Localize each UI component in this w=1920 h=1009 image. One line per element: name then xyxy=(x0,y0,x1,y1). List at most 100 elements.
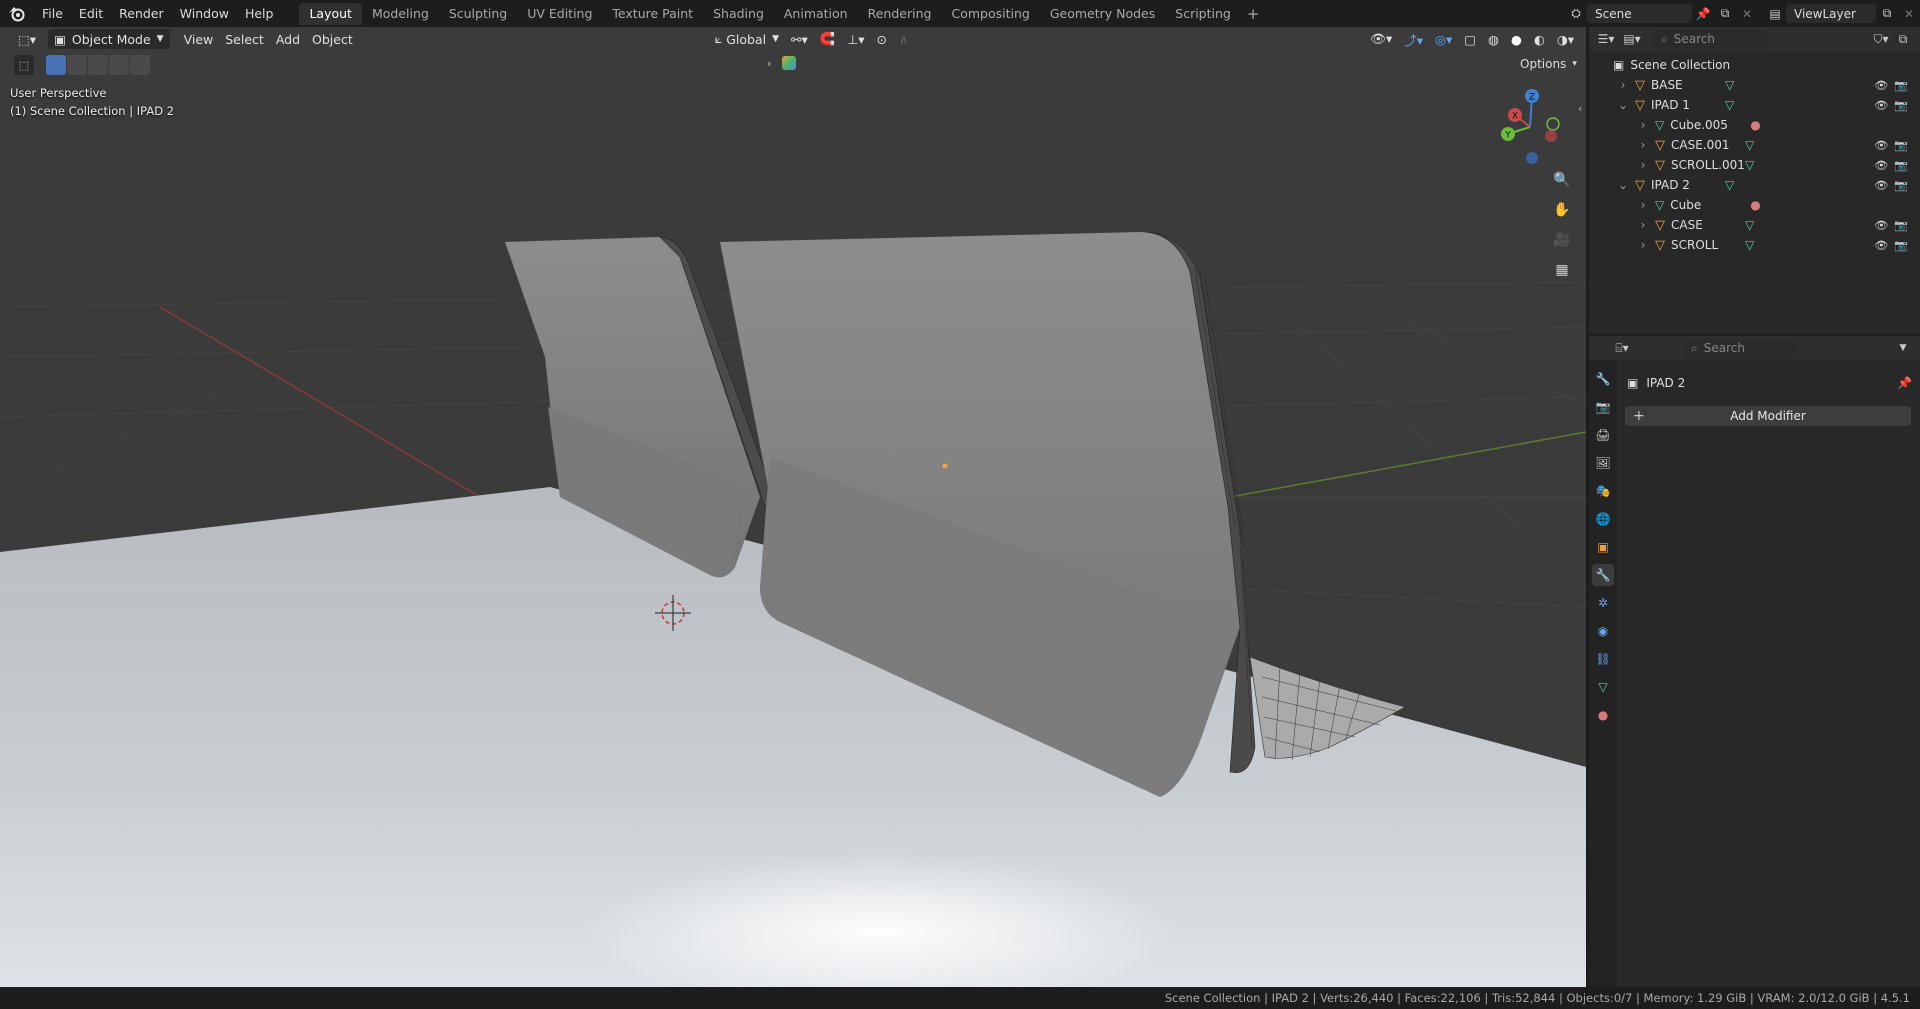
tab-shading[interactable]: Shading xyxy=(703,3,774,25)
view-layer-icon[interactable]: 🖼 xyxy=(1592,452,1614,474)
ortho-grid-icon[interactable]: ▦ xyxy=(1549,257,1575,283)
output-icon[interactable]: 🖨 xyxy=(1592,424,1614,446)
outliner-row[interactable]: › ▽ SCROLL ▽ 👁 📷 xyxy=(1589,235,1920,255)
tab-scripting[interactable]: Scripting xyxy=(1165,3,1241,25)
tab-animation[interactable]: Animation xyxy=(774,3,858,25)
select-box-tool-icon[interactable]: ⬚ xyxy=(14,55,34,75)
camera-icon[interactable]: 📷 xyxy=(1894,179,1908,192)
eye-icon[interactable]: 👁 xyxy=(1874,179,1888,192)
chevron-right-icon[interactable]: › xyxy=(1637,138,1649,152)
new-collection-icon[interactable]: ⧉ xyxy=(1892,29,1914,49)
add-workspace-icon[interactable]: + xyxy=(1241,3,1266,25)
modifier-icon[interactable]: 🔧 xyxy=(1592,564,1614,586)
sidebar-toggle-icon[interactable]: ‹ xyxy=(1578,102,1582,115)
outliner-row[interactable]: › ▽ Cube.005 ● xyxy=(1589,115,1920,135)
wireframe-shading-icon[interactable]: ◍ xyxy=(1482,29,1505,49)
filter-icon[interactable]: ⛉▾ xyxy=(1870,29,1892,49)
properties-editor-type-icon[interactable]: ⌸▾ xyxy=(1611,338,1633,358)
navigation-gizmo[interactable]: Z Y X xyxy=(1490,87,1570,167)
select-invert-icon[interactable] xyxy=(109,55,129,75)
outliner-row[interactable]: › ▽ Cube ● xyxy=(1589,195,1920,215)
transform-orientation[interactable]: ⟀ Global ▼ xyxy=(709,29,785,49)
snap-icon[interactable]: 🧲 xyxy=(814,29,842,49)
menu-object[interactable]: Object xyxy=(306,29,359,49)
outliner-editor-type-icon[interactable]: ☰▾ xyxy=(1595,29,1617,49)
eye-icon[interactable]: 👁 xyxy=(1874,219,1888,232)
render-icon[interactable]: 📷 xyxy=(1592,396,1614,418)
rendered-shading-icon[interactable]: ◑▾ xyxy=(1551,29,1580,49)
constraints-icon[interactable]: ⛓ xyxy=(1592,648,1614,670)
blender-logo-icon[interactable] xyxy=(0,0,34,27)
outliner-search-input[interactable]: ⌕ Search xyxy=(1653,29,1768,49)
tab-geometry-nodes[interactable]: Geometry Nodes xyxy=(1040,3,1165,25)
chevron-right-icon[interactable]: › xyxy=(1637,218,1649,232)
chevron-down-icon[interactable]: ▼ xyxy=(1892,338,1914,358)
tab-rendering[interactable]: Rendering xyxy=(858,3,942,25)
falloff-icon[interactable]: ∧ xyxy=(893,29,914,49)
outliner-row[interactable]: › ▽ CASE.001 ▽ 👁 📷 xyxy=(1589,135,1920,155)
menu-render[interactable]: Render xyxy=(111,0,172,27)
mesh-data-icon[interactable]: ▽ xyxy=(1725,178,1734,192)
tab-modeling[interactable]: Modeling xyxy=(362,3,439,25)
mesh-data-icon[interactable]: ▽ xyxy=(1745,218,1754,232)
scene-icon[interactable]: 🎭 xyxy=(1592,480,1614,502)
physics-icon[interactable]: ◉ xyxy=(1592,620,1614,642)
menu-file[interactable]: File xyxy=(34,0,71,27)
mesh-data-icon[interactable]: ▽ xyxy=(1745,238,1754,252)
data-icon[interactable]: ▽ xyxy=(1592,676,1614,698)
expand-arrow-icon[interactable]: › xyxy=(767,57,771,70)
select-new-icon[interactable] xyxy=(46,55,66,75)
scene-selector[interactable]: Scene xyxy=(1587,4,1692,23)
menu-select[interactable]: Select xyxy=(219,29,270,49)
3d-viewport[interactable]: ⬚▾ ▣ Object Mode ▼ View Select Add Objec… xyxy=(0,27,1586,987)
scene-icon[interactable]: ⛭ xyxy=(1565,4,1587,24)
outliner-row[interactable]: › ▽ CASE ▽ 👁 📷 xyxy=(1589,215,1920,235)
scene-collection-row[interactable]: ▣ Scene Collection xyxy=(1589,55,1920,75)
mesh-data-icon[interactable]: ▽ xyxy=(1725,78,1734,92)
menu-edit[interactable]: Edit xyxy=(71,0,111,27)
visibility-icon[interactable]: 👁▾ xyxy=(1364,29,1398,49)
proportional-edit-icon[interactable]: ⊙ xyxy=(871,29,893,49)
select-extend-icon[interactable] xyxy=(67,55,87,75)
chevron-right-icon[interactable]: › xyxy=(1637,198,1649,212)
eye-icon[interactable]: 👁 xyxy=(1874,139,1888,152)
camera-view-icon[interactable]: 🎥 xyxy=(1549,227,1575,253)
tab-layout[interactable]: Layout xyxy=(299,2,362,25)
menu-window[interactable]: Window xyxy=(172,0,237,27)
mesh-data-icon[interactable]: ▽ xyxy=(1745,138,1754,152)
mesh-data-icon[interactable]: ▽ xyxy=(1745,158,1754,172)
chevron-right-icon[interactable]: › xyxy=(1617,78,1629,92)
pan-hand-icon[interactable]: ✋ xyxy=(1549,197,1575,223)
solid-shading-icon[interactable]: ● xyxy=(1505,29,1528,49)
overlay-toggle-icon[interactable]: ◎▾ xyxy=(1429,29,1458,49)
camera-icon[interactable]: 📷 xyxy=(1894,99,1908,112)
mesh-data-icon[interactable]: ▽ xyxy=(1725,98,1734,112)
view-layer-selector[interactable]: ViewLayer xyxy=(1786,4,1876,23)
outliner-row[interactable]: › ▽ SCROLL.001 ▽ 👁 📷 xyxy=(1589,155,1920,175)
chevron-down-icon[interactable]: ⌄ xyxy=(1617,98,1629,112)
material-icon[interactable]: ● xyxy=(1750,198,1760,212)
material-shading-icon[interactable]: ◐ xyxy=(1528,29,1551,49)
camera-icon[interactable]: 📷 xyxy=(1894,219,1908,232)
world-icon[interactable]: 🌐 xyxy=(1592,508,1614,530)
zoom-icon[interactable]: 🔍 xyxy=(1549,167,1575,193)
new-view-layer-icon[interactable]: ⧉ xyxy=(1876,4,1898,24)
delete-view-layer-icon[interactable]: ✕ xyxy=(1898,4,1920,24)
chevron-down-icon[interactable]: ⌄ xyxy=(1617,178,1629,192)
chevron-right-icon[interactable]: › xyxy=(1637,118,1649,132)
options-dropdown[interactable]: Options ▾ xyxy=(1512,55,1585,73)
pin-icon[interactable]: 📌 xyxy=(1897,376,1912,390)
eye-icon[interactable]: 👁 xyxy=(1874,99,1888,112)
pin-icon[interactable]: 📌 xyxy=(1692,4,1714,24)
menu-add[interactable]: Add xyxy=(270,29,306,49)
mode-selector[interactable]: ▣ Object Mode ▼ xyxy=(48,29,170,49)
pivot-icon[interactable]: ⚯▾ xyxy=(785,29,814,49)
particles-icon[interactable]: ✲ xyxy=(1592,592,1614,614)
camera-icon[interactable]: 📷 xyxy=(1894,239,1908,252)
material-icon[interactable]: ● xyxy=(1592,704,1614,726)
editor-type-icon[interactable]: ⬚▾ xyxy=(12,29,42,49)
menu-view[interactable]: View xyxy=(178,29,220,49)
tab-uv-editing[interactable]: UV Editing xyxy=(517,3,602,25)
select-subtract-icon[interactable] xyxy=(88,55,108,75)
camera-icon[interactable]: 📷 xyxy=(1894,139,1908,152)
